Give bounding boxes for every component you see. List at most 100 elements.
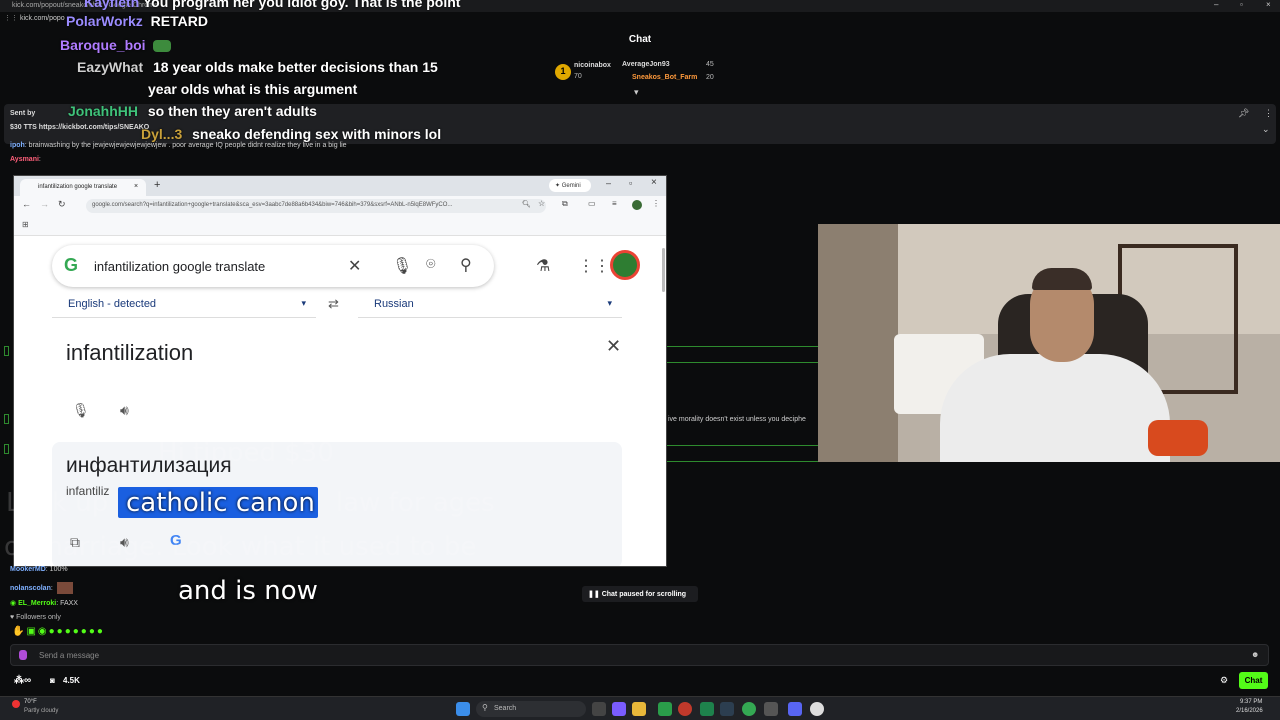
divider [667,461,818,462]
armband [1148,420,1208,456]
reload-icon[interactable]: ↻ [58,199,66,210]
chat-send-button[interactable]: Chat [1239,672,1268,689]
chrome-icon[interactable] [742,702,756,716]
emote-row[interactable]: ✋▣◉●●●●●●● [12,626,105,637]
weather-icon[interactable] [12,700,20,708]
chat-username[interactable]: MookerMD [10,566,46,573]
leader-name[interactable]: Sneakos_Bot_Farm [632,74,697,81]
pinned-sent-by: Sent by [10,110,36,117]
address-bar-row: ← → ↻ google.com/search?q=infantilizatio… [14,196,666,216]
tab-strip: infantilization google translate × + ✦ G… [14,176,666,196]
camera-search-icon[interactable]: ⌾ [426,256,436,274]
source-text[interactable]: infantilization [66,340,193,366]
forward-icon[interactable]: → [40,199,49,209]
chat-username[interactable]: Aysmani [10,156,39,163]
target-language-select[interactable]: Russian ▾ [358,294,622,318]
leader-name[interactable]: AverageJon93 [622,61,670,68]
chat-message: : FAXX [56,600,78,607]
cast-icon[interactable]: ▭ [588,199,596,208]
chat-marker [4,346,9,356]
chat-marker [4,414,9,424]
minimize-icon[interactable]: – [1214,0,1218,9]
chat-username[interactable]: ipoh [10,142,25,149]
minimize-icon[interactable]: – [606,178,611,188]
copilot-icon[interactable] [612,702,626,716]
microphone-icon[interactable]: 🎙︎ [72,402,90,419]
leader-name[interactable]: nicoinabox [574,62,611,69]
extensions-icon[interactable]: ⧉ [562,199,568,209]
send-message-input[interactable]: Send a message ☻ [10,644,1269,666]
menu-list-icon[interactable]: ≡ [612,199,617,208]
chat-username[interactable]: nolanscolan [10,585,51,592]
overlay-chat-line-2: Baroque_boi [60,37,172,53]
obs-icon[interactable] [810,702,824,716]
scrollbar[interactable] [662,248,665,292]
emote-picker-icon[interactable] [19,650,27,660]
followers-only-notice: ♥ Followers only [10,614,61,621]
account-avatar[interactable] [610,250,640,280]
clock-date: 2/16/2026 [1236,708,1263,714]
clear-source-icon[interactable]: ✕ [606,336,621,357]
more-icon[interactable]: ⋮ [652,199,660,208]
maximize-icon[interactable]: ▫ [1240,0,1243,9]
source-language: English - detected [68,298,157,310]
search-icon[interactable]: ⚲ [460,255,472,275]
search-box[interactable]: G infantilization google translate ✕ 🎙︎ … [52,245,494,287]
browser-tab[interactable]: infantilization google translate × [20,179,146,196]
tab-close-icon[interactable]: × [134,183,138,190]
clear-icon[interactable]: ✕ [348,256,361,276]
task-view-icon[interactable] [592,702,606,716]
labs-flask-icon[interactable]: ⚗︎ [536,256,550,276]
zoom-icon[interactable]: 🔍︎ [522,200,531,208]
chat-username[interactable]: EL_Merroki [18,600,56,607]
close-icon[interactable]: × [651,177,657,188]
weather-temp: 70°F [24,699,37,705]
file-explorer-icon[interactable] [632,702,646,716]
pinned-message-text[interactable]: $30 TTS https://kickbot.com/tips/SNEAKO [10,124,149,131]
profile-icon[interactable] [632,200,642,210]
collapse-icon[interactable]: ⌄ [1262,124,1270,135]
app-icon[interactable] [658,702,672,716]
caption-line-a: Look up [6,488,109,518]
chat-line: MookerMD: 100% [10,566,68,573]
dropdown-icon: ▾ [607,298,612,308]
expand-leaderboard-icon[interactable]: ▾ [634,87,639,98]
divider [667,346,818,347]
more-options-icon[interactable]: ⋮ [1264,108,1273,119]
emoji-icon[interactable]: ☻ [1251,650,1259,659]
steam-icon[interactable] [720,702,734,716]
back-icon[interactable]: ← [22,199,31,209]
new-tab-button[interactable]: + [154,179,160,191]
start-icon[interactable] [456,702,470,716]
webcam-feed [818,224,1280,462]
apps-grid-icon[interactable]: ⊞ [22,220,29,229]
pin-icon[interactable]: 📌︎ [1238,108,1249,119]
followers-only-label: Followers only [16,614,61,621]
overlay-username: Baroque_boi [60,37,146,53]
settings-gear-icon[interactable]: ⚙ [1220,675,1228,686]
speaker-icon[interactable]: 🔊︎ [120,402,129,419]
search-input[interactable]: infantilization google translate [94,259,265,274]
swap-languages-icon[interactable]: ⇄ [328,296,339,312]
address-bar[interactable]: google.com/search?q=infantilization+goog… [86,199,546,213]
app-icon[interactable] [764,702,778,716]
overlay-message: You program her you idiot goy. That is t… [142,0,461,10]
divider [667,445,818,446]
chat-paused-indicator[interactable]: ❚❚ Chat paused for scrolling [582,586,698,602]
chat-paused-label: Chat paused for scrolling [601,591,687,598]
hoodie [940,354,1170,462]
gemini-button[interactable]: ✦ Gemini [549,179,591,192]
microphone-icon[interactable]: 🎙︎ [392,256,412,276]
taskbar-search[interactable]: Search [476,701,586,717]
bookmark-star-icon[interactable]: ☆ [538,199,545,208]
app-icon[interactable] [678,702,692,716]
close-icon[interactable]: × [1266,0,1271,9]
maximize-icon[interactable]: ▫ [629,178,632,188]
source-language-select[interactable]: English - detected ▾ [52,294,316,318]
overlay-message: sneako defending sex with minors lol [192,126,442,142]
bookmarks-bar: ⊞ [14,216,666,236]
kick-points-icon[interactable]: ⁂∞ [14,675,31,686]
app-icon[interactable] [700,702,714,716]
discord-icon[interactable] [788,702,802,716]
overlay-username: Dyl...3 [141,126,183,142]
